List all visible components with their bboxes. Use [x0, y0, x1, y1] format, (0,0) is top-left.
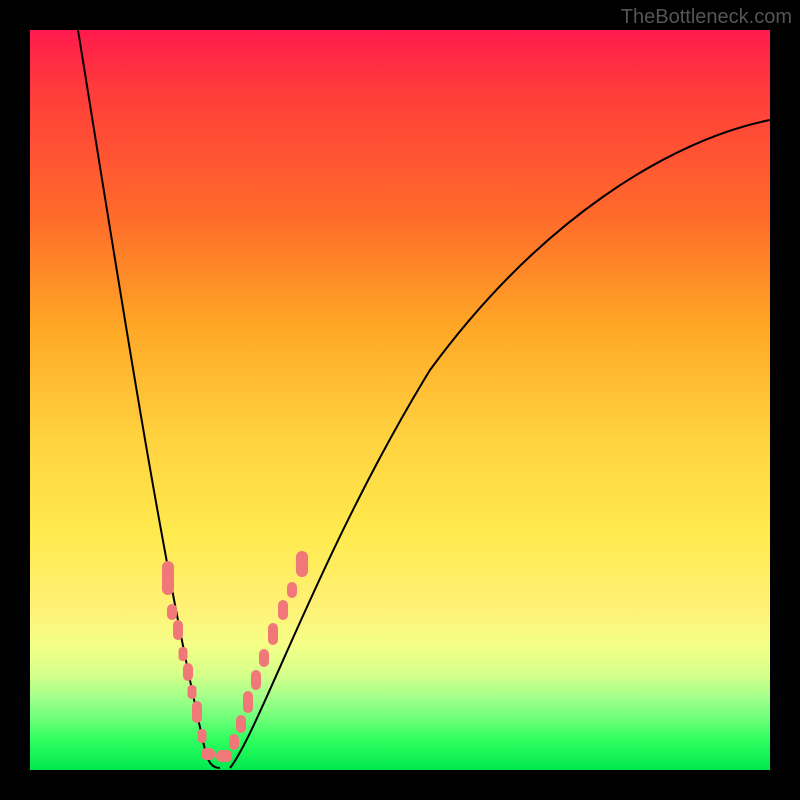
chart-svg: [30, 30, 770, 770]
watermark-text: TheBottleneck.com: [621, 6, 792, 29]
right-curve: [230, 120, 770, 768]
chart-frame: TheBottleneck.com: [0, 0, 800, 800]
data-marker: [179, 647, 188, 661]
data-marker: [173, 620, 183, 640]
data-marker: [278, 600, 288, 620]
marker-group: [162, 551, 308, 762]
data-marker: [192, 701, 202, 723]
data-marker: [236, 715, 246, 733]
data-marker: [296, 551, 308, 577]
data-marker: [167, 604, 177, 620]
data-marker: [188, 685, 197, 699]
data-marker: [251, 670, 261, 690]
data-marker: [287, 582, 297, 598]
plot-area: [30, 30, 770, 770]
data-marker: [229, 734, 239, 750]
data-marker: [162, 561, 174, 595]
data-marker: [183, 663, 193, 681]
data-marker: [259, 649, 269, 667]
data-marker: [198, 729, 207, 743]
data-marker: [243, 691, 253, 713]
left-curve: [78, 30, 220, 768]
data-marker: [216, 750, 232, 762]
data-marker: [201, 748, 215, 760]
data-marker: [268, 623, 278, 645]
